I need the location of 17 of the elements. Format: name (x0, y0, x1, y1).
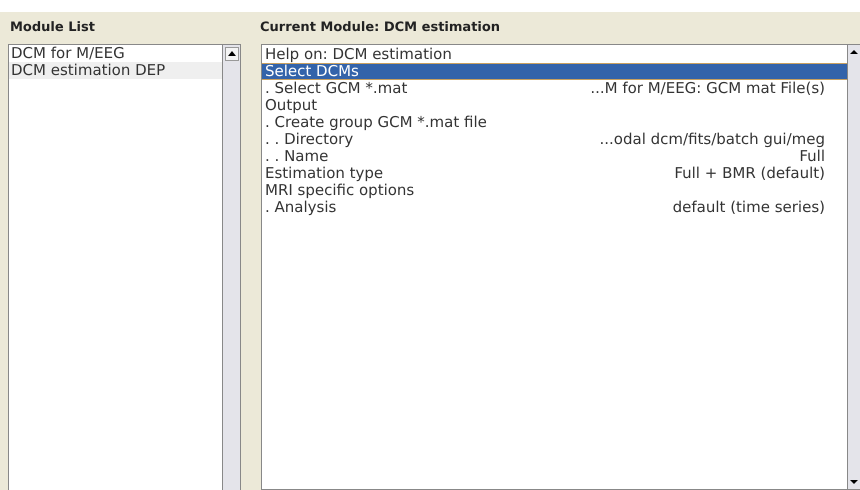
option-row[interactable]: . Analysis default (time series) (262, 199, 847, 216)
option-row[interactable]: . . Name Full (262, 148, 847, 165)
module-list-item[interactable]: DCM for M/EEG (9, 45, 222, 62)
option-row[interactable]: . Select GCM *.mat ...M for M/EEG: GCM mat File(s) (262, 80, 847, 97)
option-row[interactable]: . . Directory ...odal dcm/fits/batch gui/meg (262, 131, 847, 148)
option-row[interactable]: Select DCMs (262, 63, 847, 80)
option-row[interactable]: . Create group GCM *.mat file (262, 114, 847, 131)
panel-title: Module List (10, 20, 95, 35)
scroll-up-icon[interactable] (224, 47, 238, 61)
option-row[interactable]: Help on: DCM estimation (262, 46, 847, 63)
scrollbar[interactable] (222, 45, 241, 490)
option-row[interactable]: Output (262, 97, 847, 114)
panel-title: Current Module: DCM estimation (260, 20, 500, 35)
option-row[interactable]: MRI specific options (262, 182, 847, 199)
scrollbar[interactable] (847, 45, 860, 489)
option-row[interactable]: Estimation type Full + BMR (default) (262, 165, 847, 182)
module-list-item[interactable]: DCM estimation DEP (9, 62, 222, 79)
